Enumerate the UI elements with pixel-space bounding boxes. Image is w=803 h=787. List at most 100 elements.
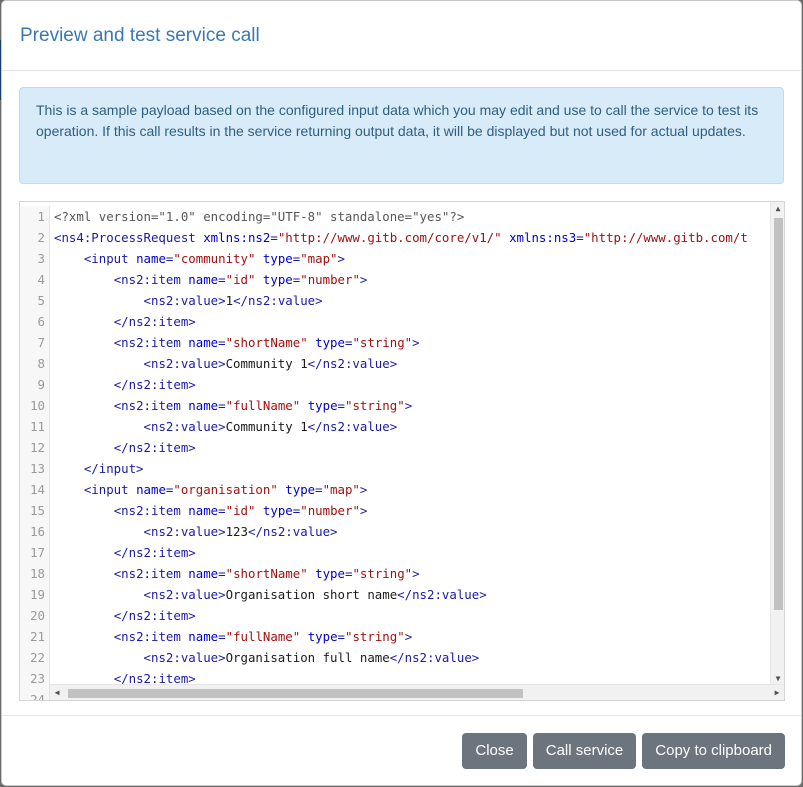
line-number: 13	[20, 458, 50, 479]
code-text[interactable]: <ns2:value>123</ns2:value>	[50, 521, 338, 542]
code-token-tag: </ns2:value>	[397, 587, 487, 602]
code-token-val: "community"	[173, 251, 256, 266]
code-token-tag: >	[359, 482, 368, 497]
code-token-val: "string"	[352, 566, 413, 581]
code-line[interactable]: 14 <input name="organisation" type="map"…	[20, 479, 770, 500]
code-line[interactable]: 20 </ns2:item>	[20, 605, 770, 626]
code-text[interactable]: <ns2:item name="fullName" type="string">	[50, 395, 412, 416]
line-number: 20	[20, 605, 50, 626]
line-number: 8	[20, 353, 50, 374]
scroll-left-arrow-icon[interactable]: ◀	[50, 685, 64, 700]
code-line[interactable]: 18 <ns2:item name="shortName" type="stri…	[20, 563, 770, 584]
code-text[interactable]: <ns2:item name="shortName" type="string"…	[50, 563, 420, 584]
code-text[interactable]: </ns2:item>	[50, 311, 196, 332]
code-token-attr: xmlns:ns3	[509, 230, 577, 245]
code-text[interactable]: <ns2:item name="id" type="number">	[50, 500, 368, 521]
payload-code-editor[interactable]: 1 <?xml version="1.0" encoding="UTF-8" st…	[19, 201, 785, 701]
code-token-tag: >	[337, 251, 345, 266]
code-token-tag	[255, 503, 262, 518]
horizontal-scroll-thumb[interactable]	[68, 689, 523, 698]
code-text[interactable]: </ns2:item>	[50, 437, 196, 458]
code-token-tag: <ns2:item	[113, 398, 189, 413]
copy-to-clipboard-button[interactable]: Copy to clipboard	[642, 732, 785, 769]
code-text[interactable]: <input name="organisation" type="map">	[50, 479, 368, 500]
scroll-right-arrow-icon[interactable]: ▶	[770, 685, 784, 700]
code-token-tag: </ns2:value>	[389, 650, 480, 665]
code-line[interactable]: 19 <ns2:value>Organisation short name</n…	[20, 584, 770, 605]
horizontal-scrollbar[interactable]: ◀ ▶	[50, 684, 784, 700]
code-token-attr: name	[136, 251, 166, 266]
code-line[interactable]: 1 <?xml version="1.0" encoding="UTF-8" st…	[20, 206, 770, 227]
code-token-tag: </ns2:value>	[233, 293, 323, 308]
code-line[interactable]: 16 <ns2:value>123</ns2:value>	[20, 521, 770, 542]
code-token-tag: </ns2:value>	[307, 356, 398, 371]
code-lines[interactable]: 1 <?xml version="1.0" encoding="UTF-8" st…	[20, 206, 770, 700]
code-token-text: 1	[225, 293, 234, 308]
line-number: 18	[20, 563, 50, 584]
code-text[interactable]: <ns2:value>1</ns2:value>	[50, 290, 323, 311]
code-line[interactable]: 12 </ns2:item>	[20, 437, 770, 458]
code-text[interactable]: </ns2:item>	[50, 374, 196, 395]
vertical-scroll-thumb[interactable]	[774, 218, 783, 610]
code-text[interactable]: <ns2:item name="shortName" type="string"…	[50, 332, 420, 353]
code-token-val: "map"	[322, 482, 360, 497]
line-number: 24	[20, 689, 50, 700]
code-text[interactable]: <ns2:value>Community 1</ns2:value>	[50, 353, 398, 374]
code-line[interactable]: 4 <ns2:item name="id" type="number">	[20, 269, 770, 290]
code-token-val: "http://www.gitb.com/t	[583, 230, 748, 245]
code-line[interactable]: 13 </input>	[20, 458, 770, 479]
code-text[interactable]: <ns2:item name="fullName" type="string">	[50, 626, 412, 647]
code-line[interactable]: 2 <ns4:ProcessRequest xmlns:ns2="http://w…	[20, 227, 770, 248]
code-token-attr: name	[188, 272, 219, 287]
code-text[interactable]: </input>	[50, 458, 144, 479]
code-line[interactable]: 6 </ns2:item>	[20, 311, 770, 332]
code-text[interactable]: <ns2:value>Organisation short name</ns2:…	[50, 584, 487, 605]
line-number: 9	[20, 374, 50, 395]
code-text[interactable]: </ns2:item>	[50, 605, 196, 626]
code-text[interactable]: </ns2:item>	[50, 542, 196, 563]
code-token-text: Community 1	[225, 419, 308, 434]
code-line[interactable]: 8 <ns2:value>Community 1</ns2:value>	[20, 353, 770, 374]
code-line[interactable]: 7 <ns2:item name="shortName" type="strin…	[20, 332, 770, 353]
call-service-button[interactable]: Call service	[532, 732, 637, 769]
code-line[interactable]: 10 <ns2:item name="fullName" type="strin…	[20, 395, 770, 416]
code-token-tag: </ns2:item>	[113, 377, 196, 392]
code-token-val: "map"	[300, 251, 338, 266]
code-line[interactable]: 22 <ns2:value>Organisation full name</ns…	[20, 647, 770, 668]
scroll-up-arrow-icon[interactable]: ▲	[771, 202, 784, 216]
code-token-attr: name	[188, 503, 219, 518]
code-line[interactable]: 15 <ns2:item name="id" type="number">	[20, 500, 770, 521]
code-token-val: "id"	[225, 272, 256, 287]
code-line[interactable]: 9 </ns2:item>	[20, 374, 770, 395]
code-token-tag: <ns2:value>	[143, 650, 226, 665]
close-button[interactable]: Close	[462, 732, 527, 769]
code-text[interactable]: <ns4:ProcessRequest xmlns:ns2="http://ww…	[50, 227, 748, 248]
code-line[interactable]: 5 <ns2:value>1</ns2:value>	[20, 290, 770, 311]
code-token-tag: =	[337, 629, 345, 644]
line-number: 14	[20, 479, 50, 500]
code-text[interactable]: <ns2:value>Community 1</ns2:value>	[50, 416, 398, 437]
code-token-val: "string"	[345, 629, 405, 644]
code-text[interactable]: <input name="community" type="map">	[50, 248, 345, 269]
vertical-scrollbar[interactable]: ▲ ▼	[770, 202, 784, 686]
code-token-val: "string"	[352, 335, 413, 350]
code-text[interactable]: <ns2:value>Organisation full name</ns2:v…	[50, 647, 480, 668]
code-line[interactable]: 21 <ns2:item name="fullName" type="strin…	[20, 626, 770, 647]
code-line[interactable]: 3 <input name="community" type="map">	[20, 248, 770, 269]
code-token-tag: >	[359, 272, 368, 287]
code-text[interactable]: <?xml version="1.0" encoding="UTF-8" sta…	[50, 206, 464, 227]
code-token-tag	[300, 398, 307, 413]
code-token-tag	[502, 230, 509, 245]
code-token-text: Organisation short name	[225, 587, 398, 602]
code-line[interactable]: 17 </ns2:item>	[20, 542, 770, 563]
code-line[interactable]: 11 <ns2:value>Community 1</ns2:value>	[20, 416, 770, 437]
code-text[interactable]: <ns2:item name="id" type="number">	[50, 269, 368, 290]
code-token-tag: <ns2:value>	[143, 293, 226, 308]
